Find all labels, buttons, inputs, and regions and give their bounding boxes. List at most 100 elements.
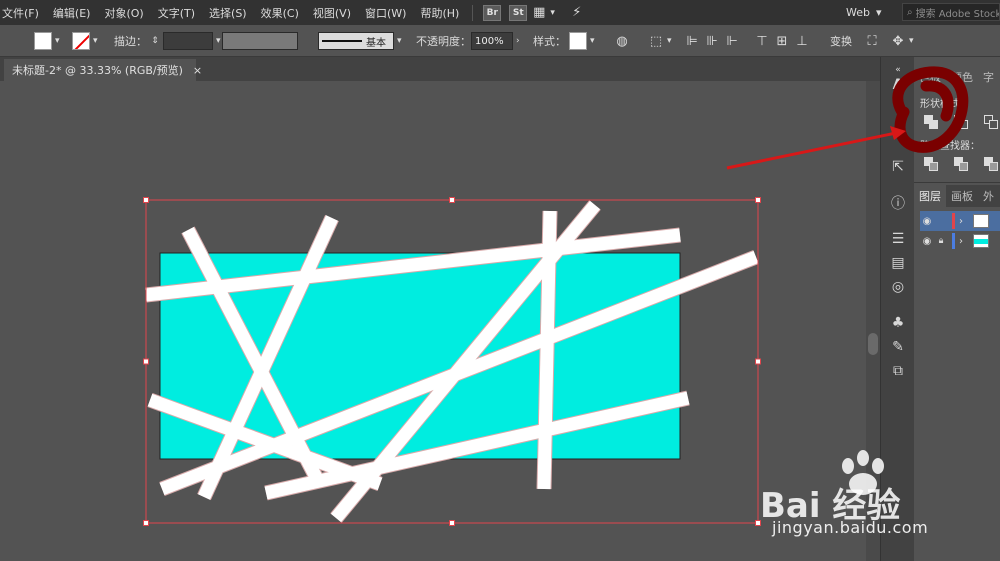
gpu-performance-icon[interactable]: ⚡	[569, 5, 585, 21]
tab-layers[interactable]: 图层	[914, 185, 946, 207]
scrollbar-thumb[interactable]	[868, 333, 878, 355]
chevron-right-icon[interactable]: ›	[959, 216, 969, 227]
intersect-button[interactable]	[982, 113, 1000, 131]
selection-handle[interactable]	[755, 358, 761, 365]
tab-appearance[interactable]: 外	[978, 185, 999, 207]
menu-view[interactable]: 视图(V)	[306, 5, 358, 21]
divide-button[interactable]	[922, 155, 940, 173]
chevron-down-icon[interactable]: ▾	[667, 36, 672, 46]
tab-artboards[interactable]: 画板	[946, 185, 978, 207]
selection-handle[interactable]	[755, 197, 761, 203]
stroke-weight-field[interactable]	[163, 32, 213, 50]
eye-icon[interactable]: ◉	[920, 236, 934, 247]
eye-icon[interactable]: ◉	[920, 216, 934, 227]
menu-select[interactable]: 选择(S)	[202, 5, 254, 21]
symbols-panel-icon[interactable]: ♣	[888, 313, 908, 333]
transparency-panel-icon[interactable]: ◎	[888, 277, 908, 297]
isolate-icon[interactable]: ⛶	[864, 33, 880, 49]
stroke-panel-icon[interactable]: ☰	[888, 229, 908, 249]
menu-separator	[472, 4, 474, 21]
align-top-icon[interactable]: ⊤	[754, 33, 770, 49]
chevron-right-icon[interactable]: ›	[516, 36, 528, 46]
variable-width-profile[interactable]	[222, 32, 298, 50]
artwork[interactable]	[4, 81, 866, 561]
menu-type[interactable]: 文字(T)	[151, 5, 202, 21]
stock-search-input[interactable]: ⌕ 搜索 Adobe Stock	[902, 3, 1000, 21]
document-tab-bar: 未标题-2* @ 33.33% (RGB/预览) ×	[0, 57, 880, 81]
arrange-dropdown-icon[interactable]: ▾	[550, 8, 555, 18]
chevron-down-icon[interactable]: ▾	[909, 36, 914, 46]
stroke-swatch-group[interactable]: ▾	[72, 30, 98, 52]
align-left-icon[interactable]: ⊫	[684, 33, 700, 49]
search-icon: ⌕	[907, 6, 913, 18]
trim-button[interactable]	[952, 155, 970, 173]
pathfinder-panel: 色板 颜色 字 形状模式： 路径查找器：	[914, 57, 1000, 179]
workspace-label: Web	[846, 5, 870, 19]
paragraph-panel-icon[interactable]: ¶	[888, 97, 908, 117]
chevron-down-icon[interactable]: ▾	[216, 36, 221, 46]
chevron-down-icon[interactable]: ▾	[55, 36, 60, 46]
selection-handle[interactable]	[449, 197, 455, 203]
align-center-icon[interactable]: ⊪	[704, 33, 720, 49]
tab-character[interactable]: 字	[978, 69, 999, 87]
stroke-label: 描边：	[114, 35, 147, 48]
transform-button[interactable]: 变换	[830, 33, 852, 49]
bridge-button[interactable]: Br	[483, 4, 502, 21]
menu-help[interactable]: 帮助(H)	[413, 5, 466, 21]
shape-modes-label: 形状模式：	[920, 99, 970, 110]
control-bar: ▾ ▾ 描边： ⇕ ▾ 基本 ▾ 不透明度： 100% › 样式： ▾ ◍ ⬚ ▾…	[0, 25, 1000, 57]
gradient-panel-icon[interactable]: ▤	[888, 253, 908, 273]
asset-export-icon[interactable]: ⧉	[888, 361, 908, 381]
puppet-warp-icon[interactable]: ✥	[890, 33, 906, 49]
align-middle-icon[interactable]: ⊞	[774, 33, 790, 49]
opacity-input[interactable]: 100%	[471, 32, 513, 50]
selection-handle[interactable]	[143, 197, 149, 203]
align-bottom-icon[interactable]: ⊥	[794, 33, 810, 49]
brushes-panel-icon[interactable]: ✎	[888, 337, 908, 357]
layers-panel-tabs: 图层 画板 外	[914, 185, 1000, 207]
menu-file[interactable]: 文件(F)	[0, 5, 46, 21]
artboard-canvas[interactable]	[4, 81, 866, 561]
document-tab[interactable]: 未标题-2* @ 33.33% (RGB/预览) ×	[4, 59, 202, 81]
align-to-selection-icon[interactable]: ⬚	[648, 33, 664, 49]
export-panel-icon[interactable]: ⇱	[888, 157, 908, 177]
menu-window[interactable]: 窗口(W)	[358, 5, 413, 21]
stepper-icon[interactable]: ⇕	[147, 33, 163, 49]
fill-swatch-group[interactable]: ▾	[34, 30, 60, 52]
recolor-artwork-icon[interactable]: ◍	[614, 33, 630, 49]
close-icon[interactable]: ×	[193, 64, 202, 77]
minus-front-button[interactable]	[952, 113, 970, 131]
tab-color[interactable]: 颜色	[946, 69, 978, 87]
info-panel-icon[interactable]: ⓘ	[888, 193, 908, 213]
selection-handle[interactable]	[143, 358, 149, 365]
menu-object[interactable]: 对象(O)	[97, 5, 150, 21]
layer-row[interactable]: ◉ 🔒︎ ›	[920, 231, 1000, 251]
align-right-icon[interactable]: ⊩	[724, 33, 740, 49]
selection-handle[interactable]	[449, 520, 455, 526]
character-panel-icon[interactable]: A	[888, 75, 908, 95]
layer-thumbnail	[973, 214, 989, 228]
pathfinder-panel-tabs: 色板 颜色 字	[914, 69, 999, 87]
tab-swatches[interactable]: 色板	[914, 69, 946, 87]
document-title: 未标题-2* @ 33.33% (RGB/预览)	[12, 64, 183, 77]
lock-icon[interactable]: 🔒︎	[934, 236, 948, 246]
workspace-switcher[interactable]: Web ▾	[838, 3, 896, 21]
fill-swatch[interactable]	[34, 32, 52, 50]
stroke-swatch[interactable]	[72, 32, 90, 50]
chevron-right-icon[interactable]: ›	[959, 236, 969, 247]
layer-color-bar	[952, 233, 955, 249]
menu-edit[interactable]: 编辑(E)	[46, 5, 98, 21]
brush-definition[interactable]: 基本	[318, 32, 394, 50]
merge-button[interactable]	[982, 155, 1000, 173]
chevron-down-icon[interactable]: ▾	[93, 36, 98, 46]
chevron-down-icon[interactable]: ▾	[397, 36, 402, 46]
chevron-down-icon[interactable]: ▾	[590, 36, 595, 46]
layer-row[interactable]: ◉ ›	[920, 211, 1000, 231]
selection-handle[interactable]	[143, 520, 149, 526]
arrange-documents-icon[interactable]: ▦	[531, 5, 547, 21]
unite-button[interactable]	[922, 113, 940, 131]
stock-button[interactable]: St	[509, 4, 528, 21]
menu-effect[interactable]: 效果(C)	[254, 5, 306, 21]
chevron-down-icon: ▾	[875, 5, 882, 19]
graphic-style-swatch[interactable]	[569, 32, 587, 50]
